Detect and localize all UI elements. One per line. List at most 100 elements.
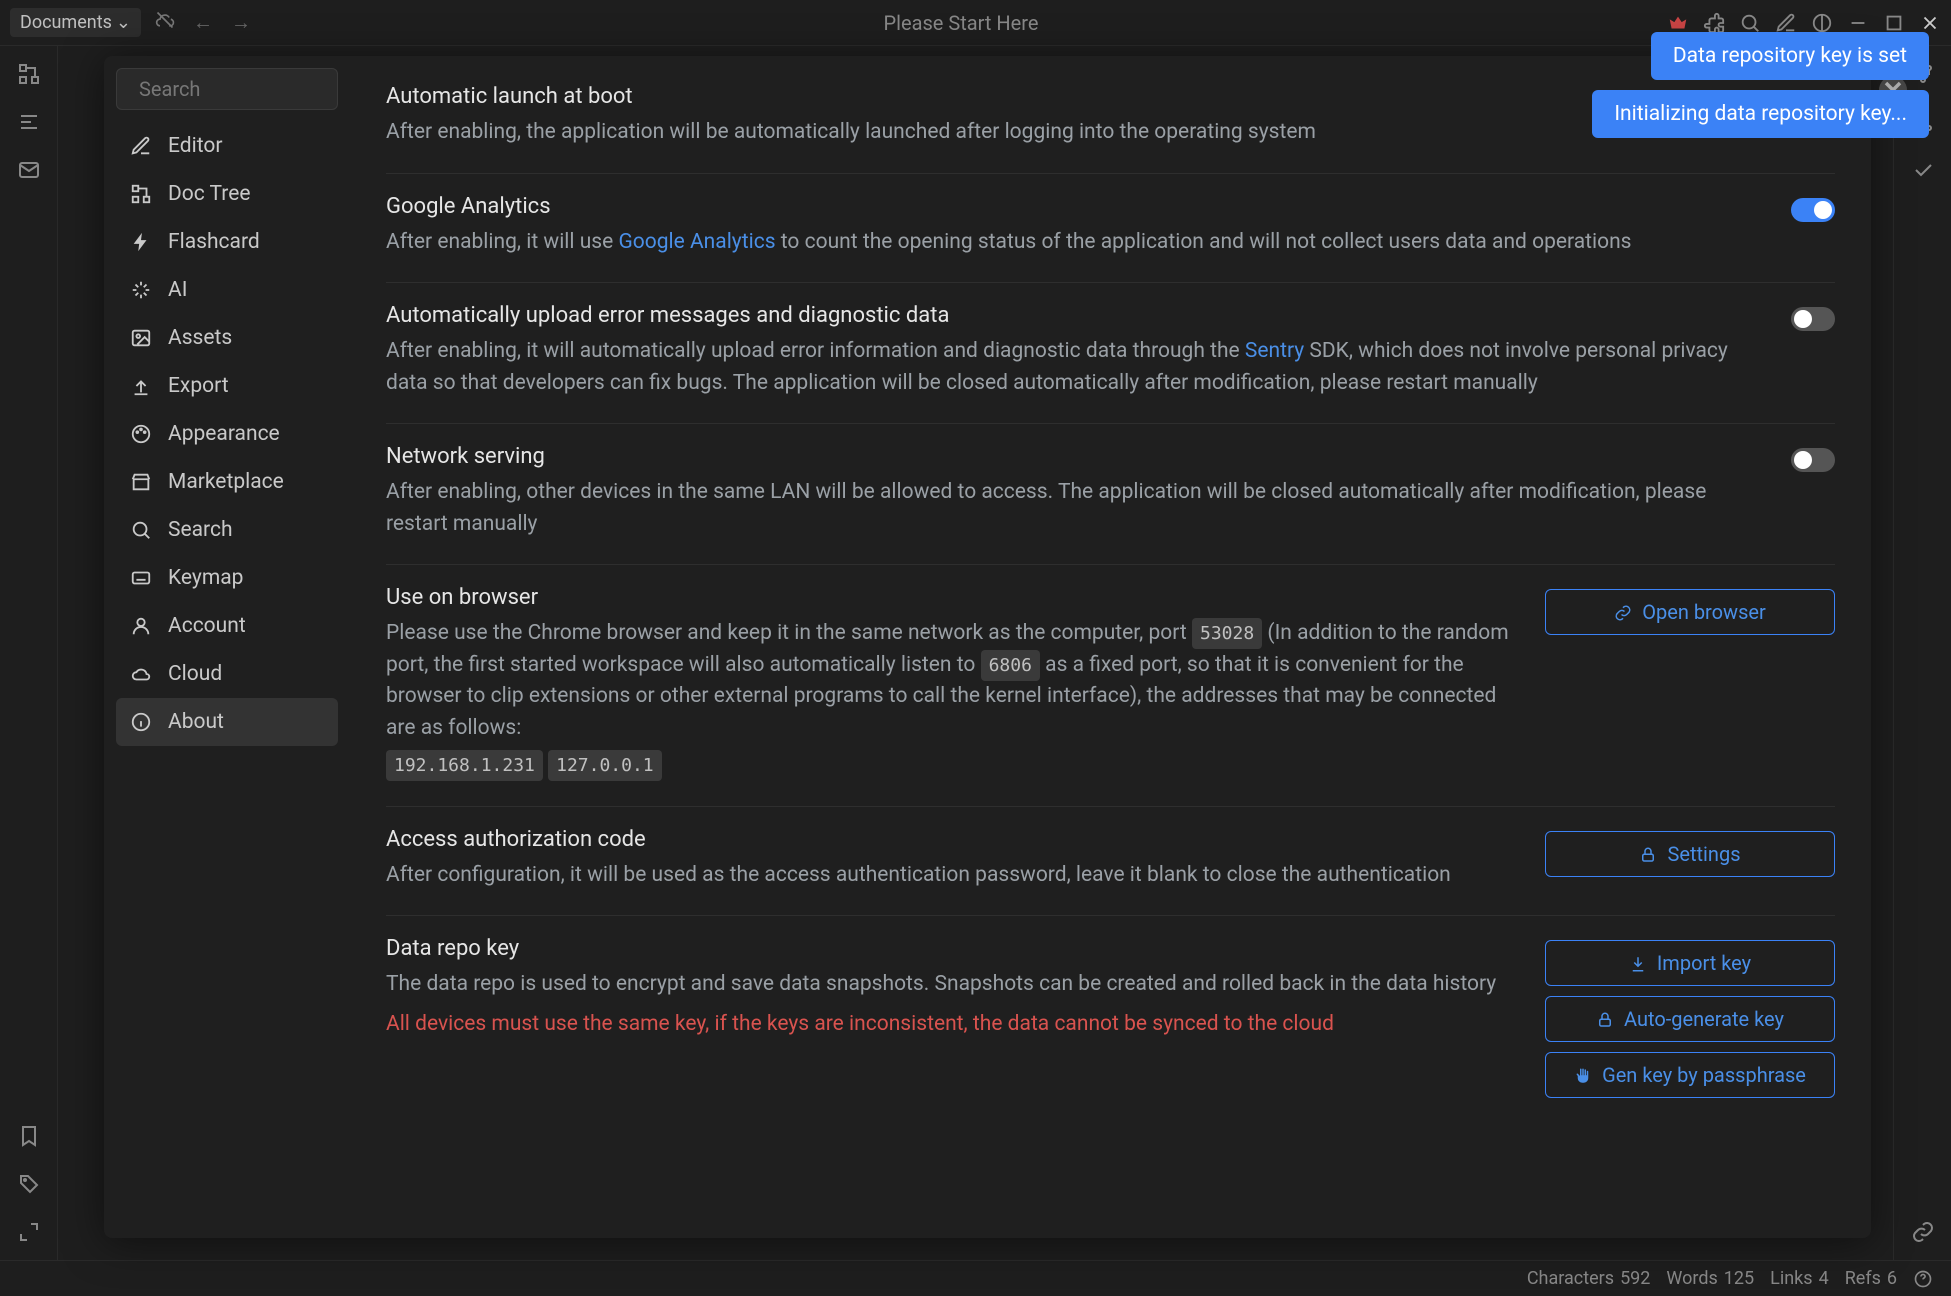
sidebar-item-search[interactable]: Search [116, 506, 338, 554]
auto-gen-key-button[interactable]: Auto-generate key [1545, 996, 1835, 1042]
open-browser-button[interactable]: Open browser [1545, 589, 1835, 635]
help-icon[interactable] [1913, 1269, 1933, 1289]
sidebar-item-marketplace[interactable]: Marketplace [116, 458, 338, 506]
theme-icon[interactable] [1811, 12, 1833, 34]
setting-warning: All devices must use the same key, if th… [386, 1009, 1525, 1041]
hand-icon [1574, 1066, 1592, 1084]
sidebar-item-label: Search [168, 518, 233, 542]
sidebar-item-label: Assets [168, 326, 232, 350]
setting-title: Access authorization code [386, 827, 1525, 852]
sidebar-item-ai[interactable]: AI [116, 266, 338, 314]
maximize-icon[interactable] [1883, 12, 1905, 34]
doc-tree-icon[interactable] [17, 62, 41, 86]
gen-key-passphrase-button[interactable]: Gen key by passphrase [1545, 1052, 1835, 1098]
lock-icon [1639, 845, 1657, 863]
sidebar-item-keymap[interactable]: Keymap [116, 554, 338, 602]
cloud-icon [130, 663, 152, 685]
sidebar-item-cloud[interactable]: Cloud [116, 650, 338, 698]
refs-label: Refs [1845, 1268, 1881, 1289]
setting-desc: After enabling, it will use Google Analy… [386, 227, 1771, 259]
upload-icon [130, 375, 152, 397]
minimize-icon[interactable] [1847, 12, 1869, 34]
ga-toggle[interactable] [1791, 198, 1835, 222]
tag-icon[interactable] [17, 1172, 41, 1196]
sparkle-icon [130, 279, 152, 301]
port-chip-1: 53028 [1192, 618, 1262, 649]
setting-title: Network serving [386, 444, 1771, 469]
extension-icon[interactable] [1703, 12, 1725, 34]
pencil-icon [130, 135, 152, 157]
addr-chip-2: 127.0.0.1 [548, 750, 662, 781]
setting-network-serving: Network serving After enabling, other de… [386, 424, 1835, 565]
workspace-name: Documents [20, 12, 112, 33]
setting-google-analytics: Google Analytics After enabling, it will… [386, 174, 1835, 284]
back-icon[interactable]: ← [189, 6, 217, 39]
settings-content: Automatic launch at boot After enabling,… [350, 56, 1871, 1238]
toast-1: Data repository key is set [1651, 32, 1929, 80]
chevron-down-icon: ⌄ [116, 12, 131, 33]
workspace-dropdown[interactable]: Documents ⌄ [10, 8, 141, 37]
ga-link[interactable]: Google Analytics [618, 230, 775, 254]
sidebar-item-doc-tree[interactable]: Doc Tree [116, 170, 338, 218]
sidebar-item-appearance[interactable]: Appearance [116, 410, 338, 458]
right-rail [1893, 46, 1951, 1260]
setting-use-on-browser: Use on browser Please use the Chrome bro… [386, 565, 1835, 807]
port-chip-2: 6806 [981, 650, 1040, 681]
diag-toggle[interactable] [1791, 307, 1835, 331]
words-label: Words [1666, 1268, 1717, 1289]
edit-icon[interactable] [1775, 12, 1797, 34]
tree-icon [130, 183, 152, 205]
toast-2: Initializing data repository key... [1592, 90, 1929, 138]
left-rail [0, 46, 58, 1260]
sidebar-item-assets[interactable]: Assets [116, 314, 338, 362]
sidebar-item-label: AI [168, 278, 187, 302]
sidebar-item-editor[interactable]: Editor [116, 122, 338, 170]
outline-icon[interactable] [17, 110, 41, 134]
image-icon [130, 327, 152, 349]
search-icon [130, 519, 152, 541]
setting-access-auth: Access authorization code After configur… [386, 807, 1835, 917]
setting-desc: Please use the Chrome browser and keep i… [386, 618, 1525, 782]
setting-desc: After enabling, other devices in the sam… [386, 477, 1771, 540]
network-toggle[interactable] [1791, 448, 1835, 472]
inbox-icon[interactable] [17, 158, 41, 182]
bookmark-icon[interactable] [17, 1124, 41, 1148]
import-key-button[interactable]: Import key [1545, 940, 1835, 986]
chars-value: 592 [1620, 1268, 1650, 1289]
sentry-link[interactable]: Sentry [1245, 339, 1304, 363]
download-icon [1629, 954, 1647, 972]
sidebar-item-account[interactable]: Account [116, 602, 338, 650]
backlinks-icon[interactable] [1911, 1220, 1935, 1244]
check-icon[interactable] [1911, 158, 1935, 182]
setting-desc: After enabling, it will automatically up… [386, 336, 1771, 399]
forward-icon[interactable]: → [227, 6, 255, 39]
setting-title: Google Analytics [386, 194, 1771, 219]
keyboard-icon [130, 567, 152, 589]
auth-settings-button[interactable]: Settings [1545, 831, 1835, 877]
settings-modal: Editor Doc Tree Flashcard AI Assets Export App… [104, 56, 1871, 1238]
store-icon [130, 471, 152, 493]
sidebar-item-label: Account [168, 614, 246, 638]
search-icon[interactable] [1739, 12, 1761, 34]
expand-icon[interactable] [17, 1220, 41, 1244]
toast-stack: Data repository key is set Initializing … [1592, 32, 1929, 138]
sidebar-item-label: Cloud [168, 662, 222, 686]
sidebar-item-flashcard[interactable]: Flashcard [116, 218, 338, 266]
sidebar-item-export[interactable]: Export [116, 362, 338, 410]
sidebar-item-label: Editor [168, 134, 222, 158]
sidebar-item-label: Doc Tree [168, 182, 251, 206]
setting-title: Use on browser [386, 585, 1525, 610]
crown-icon[interactable] [1667, 12, 1689, 34]
sidebar-item-label: Export [168, 374, 229, 398]
palette-icon [130, 423, 152, 445]
addr-chip-1: 192.168.1.231 [386, 750, 543, 781]
links-label: Links [1770, 1268, 1812, 1289]
search-field[interactable] [116, 68, 338, 110]
setting-diagnostics: Automatically upload error messages and … [386, 283, 1835, 424]
cloud-off-icon[interactable] [151, 6, 179, 39]
person-icon [130, 615, 152, 637]
setting-desc: The data repo is used to encrypt and sav… [386, 969, 1525, 1001]
sidebar-item-about[interactable]: About [116, 698, 338, 746]
close-icon[interactable] [1919, 12, 1941, 34]
links-value: 4 [1819, 1268, 1829, 1289]
